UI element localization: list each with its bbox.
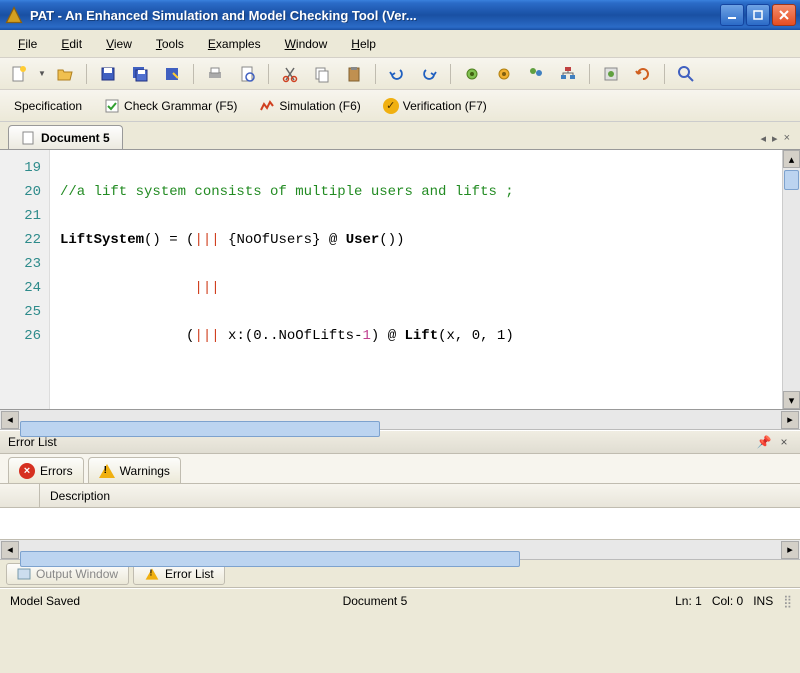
menu-edit[interactable]: Edit xyxy=(51,34,92,54)
tab-document-5[interactable]: Document 5 xyxy=(8,125,123,149)
warning-icon xyxy=(146,568,159,579)
err-scroll-right[interactable]: ▸ xyxy=(781,541,799,559)
titlebar: PAT - An Enhanced Simulation and Model C… xyxy=(0,0,800,30)
scroll-thumb[interactable] xyxy=(784,170,799,190)
menu-file[interactable]: File xyxy=(8,34,47,54)
verification-button[interactable]: ✓ Verification (F7) xyxy=(377,95,493,117)
gear1-button[interactable] xyxy=(459,62,485,86)
vertical-scrollbar[interactable]: ▴ ▾ xyxy=(782,150,800,409)
save-all-button[interactable] xyxy=(127,62,153,86)
menu-help[interactable]: Help xyxy=(341,34,386,54)
new-button[interactable] xyxy=(6,62,32,86)
scroll-left-button[interactable]: ◂ xyxy=(1,411,19,429)
err-scroll-left[interactable]: ◂ xyxy=(1,541,19,559)
users-button[interactable] xyxy=(523,62,549,86)
redo-button[interactable] xyxy=(416,62,442,86)
spec-toolbar: Specification Check Grammar (F5) Simulat… xyxy=(0,90,800,122)
err-hscroll-thumb[interactable] xyxy=(20,551,520,567)
status-col: Col: 0 xyxy=(712,594,743,608)
save-as-button[interactable] xyxy=(159,62,185,86)
scroll-down-button[interactable]: ▾ xyxy=(783,391,800,409)
error-col-icon[interactable] xyxy=(0,484,40,507)
error-hscrollbar[interactable]: ◂ ▸ xyxy=(0,540,800,560)
cut-button[interactable] xyxy=(277,62,303,86)
copy-button[interactable] xyxy=(309,62,335,86)
document-tabs: Document 5 ◂ ▸ × xyxy=(0,122,800,150)
error-icon: × xyxy=(19,463,35,479)
error-filter-tabs: × Errors Warnings xyxy=(0,454,800,484)
error-col-description[interactable]: Description xyxy=(40,489,110,503)
gear2-button[interactable] xyxy=(491,62,517,86)
statusbar: Model Saved Document 5 Ln: 1 Col: 0 INS … xyxy=(0,588,800,612)
scroll-right-button[interactable]: ▸ xyxy=(781,411,799,429)
error-list-table: Description xyxy=(0,484,800,540)
open-button[interactable] xyxy=(52,62,78,86)
print-button[interactable] xyxy=(202,62,228,86)
menubar: File Edit View Tools Examples Window Hel… xyxy=(0,30,800,58)
maximize-button[interactable] xyxy=(746,4,770,26)
check-grammar-button[interactable]: Check Grammar (F5) xyxy=(98,95,243,117)
window-title: PAT - An Enhanced Simulation and Model C… xyxy=(30,8,720,23)
horizontal-scrollbar[interactable]: ◂ ▸ xyxy=(0,410,800,430)
zoom-button[interactable] xyxy=(673,62,699,86)
panel-close-icon[interactable]: × xyxy=(776,434,792,450)
dropdown-arrow-icon[interactable]: ▼ xyxy=(38,69,46,78)
paste-button[interactable] xyxy=(341,62,367,86)
menu-tools[interactable]: Tools xyxy=(146,34,194,54)
main-toolbar: ▼ xyxy=(0,58,800,90)
menu-window[interactable]: Window xyxy=(275,34,338,54)
tree-button[interactable] xyxy=(555,62,581,86)
status-document: Document 5 xyxy=(343,594,676,608)
resize-grip[interactable]: ⣿ xyxy=(783,594,790,608)
code-editor[interactable]: 19 20 21 22 23 24 25 26 //a lift system … xyxy=(0,150,800,410)
scroll-up-button[interactable]: ▴ xyxy=(783,150,800,168)
settings-button[interactable] xyxy=(598,62,624,86)
undo-button[interactable] xyxy=(384,62,410,86)
menu-examples[interactable]: Examples xyxy=(198,34,271,54)
menu-view[interactable]: View xyxy=(96,34,142,54)
check-icon: ✓ xyxy=(383,98,399,114)
line-gutter: 19 20 21 22 23 24 25 26 xyxy=(0,150,50,409)
reload-button[interactable] xyxy=(630,62,656,86)
warning-icon xyxy=(99,464,115,478)
app-icon xyxy=(4,5,24,25)
tab-prev-button[interactable]: ◂ xyxy=(761,132,767,145)
errors-tab[interactable]: × Errors xyxy=(8,457,84,483)
code-body[interactable]: //a lift system consists of multiple use… xyxy=(50,150,782,409)
tab-close-button[interactable]: × xyxy=(784,132,790,145)
close-button[interactable] xyxy=(772,4,796,26)
status-message: Model Saved xyxy=(10,594,343,608)
warnings-tab[interactable]: Warnings xyxy=(88,457,181,483)
save-button[interactable] xyxy=(95,62,121,86)
error-list-columns: Description xyxy=(0,484,800,508)
minimize-button[interactable] xyxy=(720,4,744,26)
hscroll-thumb[interactable] xyxy=(20,421,380,437)
tab-next-button[interactable]: ▸ xyxy=(772,132,778,145)
simulation-button[interactable]: Simulation (F6) xyxy=(253,95,366,117)
status-line: Ln: 1 xyxy=(675,594,702,608)
error-list-title: Error List xyxy=(8,435,57,449)
status-ins: INS xyxy=(753,594,773,608)
print-preview-button[interactable] xyxy=(234,62,260,86)
specification-label: Specification xyxy=(8,96,88,116)
pin-icon[interactable]: 📌 xyxy=(756,434,772,450)
